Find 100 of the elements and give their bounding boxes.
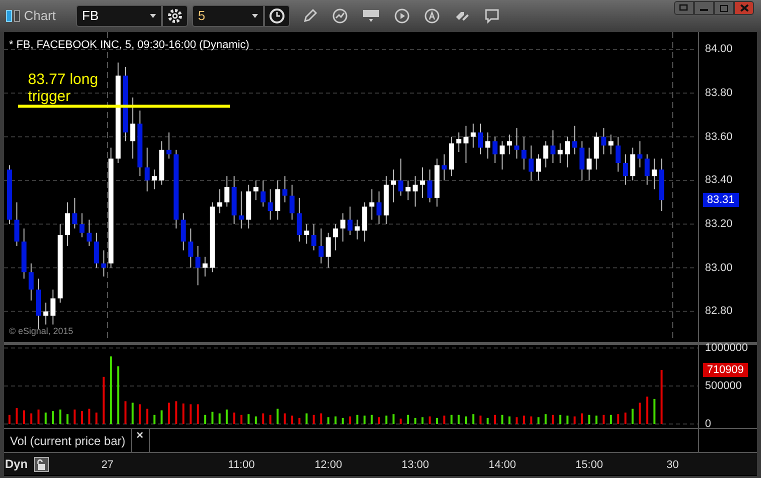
- candlestick: [202, 256, 208, 278]
- bar: [196, 404, 199, 424]
- candlestick: [550, 130, 556, 164]
- axis-label: 83.20: [705, 218, 733, 230]
- bar: [574, 416, 576, 424]
- price-badge: 83.31: [703, 193, 739, 208]
- bar: [16, 408, 18, 424]
- bar: [211, 412, 214, 424]
- candlestick: [406, 180, 411, 201]
- clock-icon: [269, 8, 285, 24]
- bar: [522, 416, 525, 424]
- volume-badge: 710909: [703, 362, 748, 377]
- symbol-field[interactable]: FB: [76, 5, 162, 27]
- bar: [364, 416, 366, 424]
- bar: [516, 417, 518, 424]
- candlestick: [376, 190, 382, 225]
- settings-button[interactable]: [162, 5, 188, 27]
- bar: [349, 416, 352, 424]
- bar: [472, 414, 474, 424]
- candlestick: [616, 136, 621, 172]
- bar: [8, 414, 10, 424]
- play-icon[interactable]: [394, 8, 410, 24]
- close-button[interactable]: [734, 1, 754, 15]
- bar: [378, 417, 380, 424]
- axis-label: 83.40: [705, 174, 733, 186]
- axis-label: 82.80: [705, 305, 733, 318]
- bar: [530, 416, 532, 424]
- candlestick: [630, 147, 636, 181]
- bar: [262, 413, 264, 424]
- bar: [175, 401, 178, 424]
- maximize-button[interactable]: [714, 1, 734, 15]
- bar: [385, 416, 388, 424]
- bar: [320, 413, 322, 424]
- candlestick: [369, 188, 374, 220]
- candlestick: [50, 289, 56, 326]
- bar: [428, 416, 431, 424]
- axis-label: 0: [705, 418, 712, 430]
- axis-label: 83.60: [705, 130, 733, 143]
- bar: [52, 411, 54, 424]
- candlestick: [564, 136, 570, 168]
- bar: [407, 414, 410, 424]
- annotation-text: 83.77 long trigger: [28, 71, 100, 105]
- candlestick: [485, 132, 490, 160]
- bar: [494, 414, 496, 424]
- candlestick: [622, 154, 628, 186]
- candlestick: [130, 96, 136, 160]
- candlestick: [253, 180, 258, 201]
- pencil-icon[interactable]: [302, 8, 318, 24]
- candlestick: [180, 212, 186, 251]
- axis-label: 500000: [705, 380, 742, 392]
- candlestick: [348, 206, 353, 236]
- bar: [160, 410, 163, 424]
- comment-icon[interactable]: [484, 8, 500, 24]
- minimize-icon: [700, 9, 708, 11]
- axis-label: 84.00: [705, 43, 733, 56]
- clock-button[interactable]: [264, 5, 290, 27]
- bar: [132, 402, 134, 424]
- candlestick: [427, 169, 432, 203]
- time-label: 14:00: [488, 458, 516, 473]
- window-menu-icon: [679, 4, 689, 12]
- candlestick: [311, 224, 316, 251]
- bar: [464, 416, 467, 424]
- download-icon[interactable]: [362, 9, 380, 23]
- bar: [544, 414, 547, 424]
- candlestick: [43, 302, 48, 326]
- alert-icon[interactable]: [424, 8, 440, 24]
- candlestick: [500, 140, 505, 170]
- candlestick: [14, 202, 20, 246]
- bar: [124, 401, 126, 424]
- bar: [602, 414, 605, 424]
- candlestick: [644, 154, 650, 186]
- study-close-button[interactable]: ×: [136, 429, 144, 441]
- settings-icon: [167, 8, 183, 24]
- bar: [59, 410, 62, 424]
- candlestick: [79, 212, 84, 238]
- candlestick: [478, 123, 483, 155]
- minimize-button[interactable]: [694, 1, 714, 15]
- bar: [508, 416, 510, 424]
- candlestick: [86, 219, 92, 246]
- bar: [38, 410, 40, 424]
- bar: [146, 408, 148, 424]
- candlestick: [521, 136, 526, 170]
- time-label: 13:00: [402, 458, 430, 473]
- time-label: 11:00: [228, 458, 255, 473]
- menu-button[interactable]: [674, 1, 694, 15]
- dropdown-icon: [252, 14, 258, 18]
- date-label: 27: [101, 458, 114, 473]
- lock-icon[interactable]: [34, 456, 49, 472]
- close-icon: [740, 4, 748, 12]
- candlestick: [514, 128, 520, 160]
- candlestick: [318, 228, 324, 264]
- dropdown-icon: [150, 14, 156, 18]
- candlestick: [144, 147, 150, 192]
- bar: [334, 416, 337, 424]
- interval-field[interactable]: 5: [192, 5, 264, 27]
- bar: [110, 356, 112, 424]
- candlestick: [398, 158, 404, 196]
- bar: [479, 416, 482, 424]
- bar: [327, 417, 330, 424]
- window-title: Chart: [24, 7, 57, 26]
